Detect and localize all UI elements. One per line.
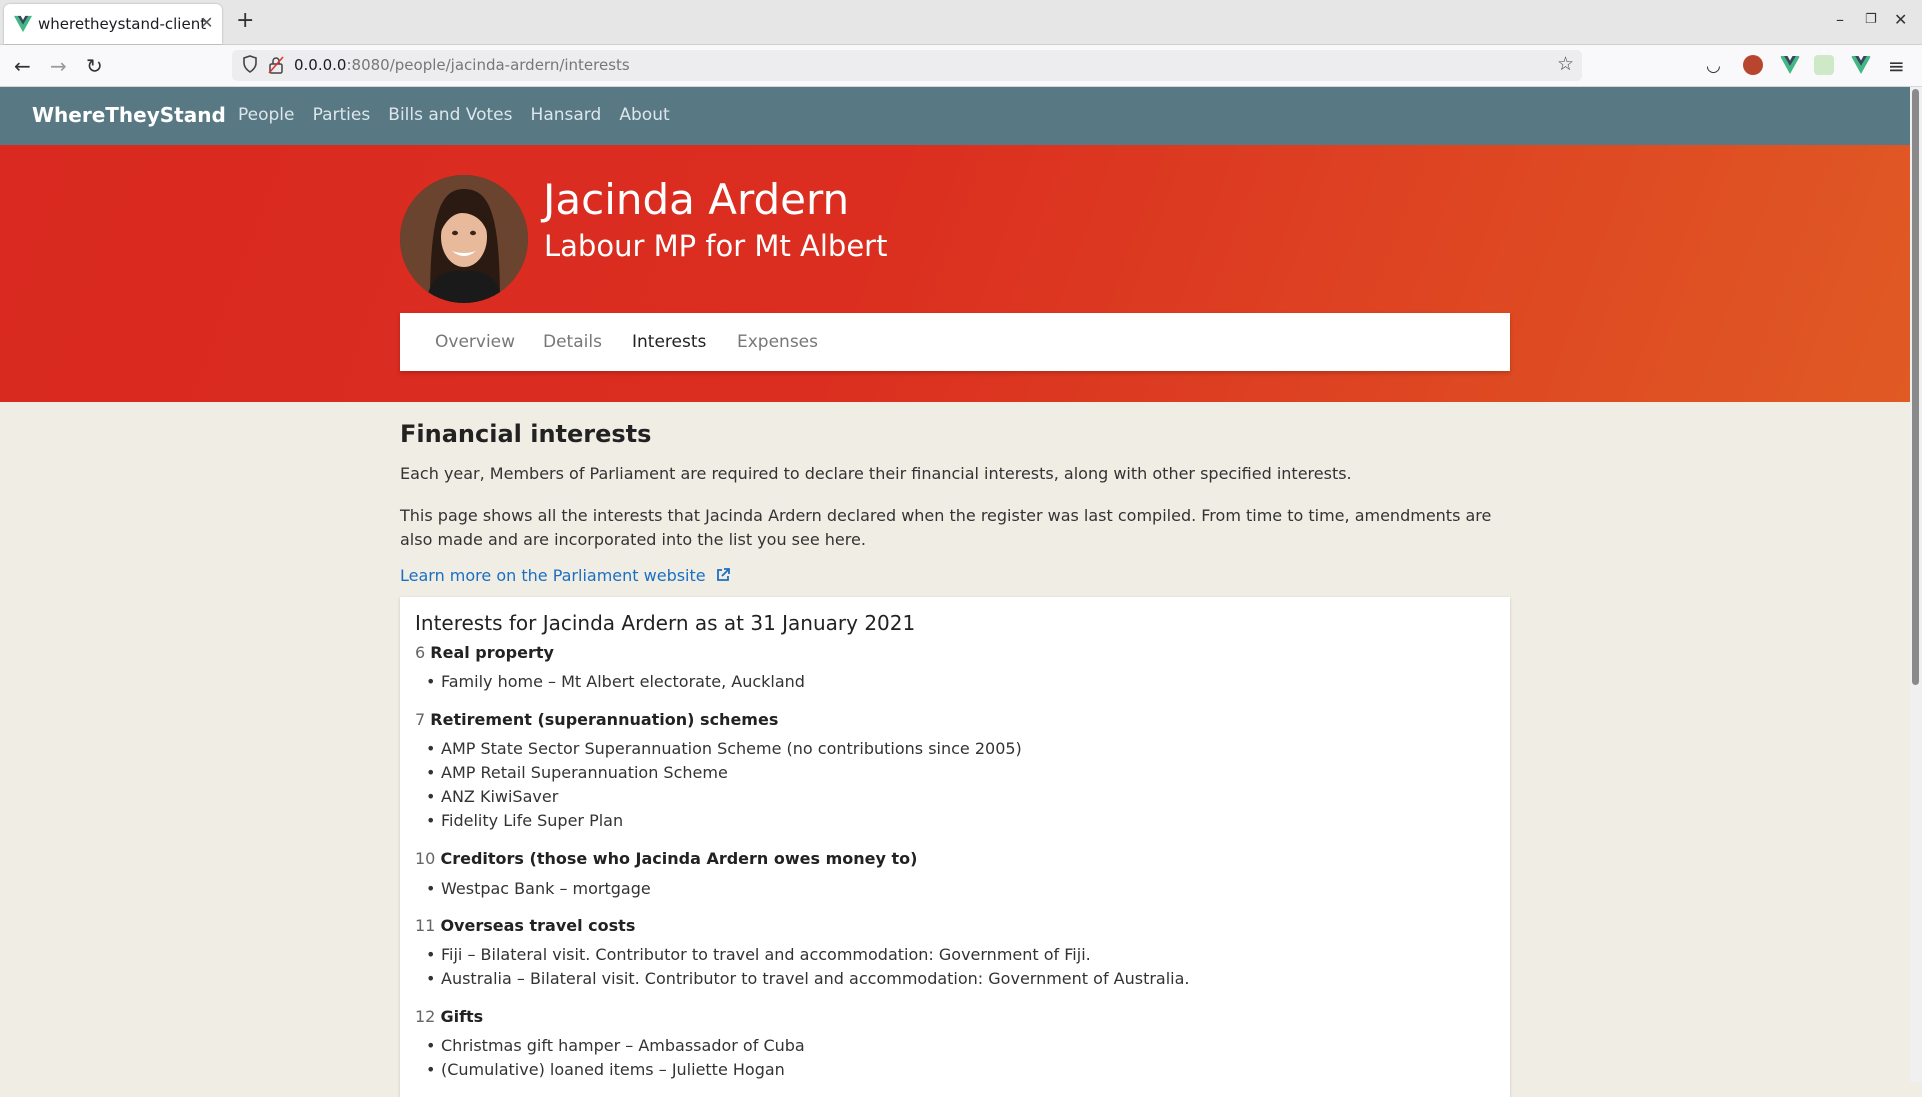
tab-details[interactable]: Details — [543, 332, 602, 352]
site-header: WhereTheyStand People Parties Bills and … — [0, 87, 1910, 145]
avatar — [400, 175, 528, 303]
tab-overview[interactable]: Overview — [435, 332, 515, 352]
minimize-icon[interactable]: – — [1836, 10, 1844, 29]
browser-tab-bar: wheretheystand-client ✕ + – ❐ ✕ — [0, 0, 1922, 45]
pocket-icon[interactable]: ◡ — [1706, 56, 1721, 76]
section-heading: 7 Retirement (superannuation) schemes — [415, 710, 779, 729]
nav-hansard[interactable]: Hansard — [531, 105, 602, 125]
extension-icon[interactable] — [1814, 55, 1834, 75]
person-role: Labour MP for Mt Albert — [544, 229, 888, 263]
vue-favicon-icon — [14, 15, 32, 33]
tab-expenses[interactable]: Expenses — [737, 332, 818, 352]
nav-about[interactable]: About — [619, 105, 669, 125]
vue-devtools-icon[interactable] — [1851, 55, 1871, 75]
tab-interests[interactable]: Interests — [632, 332, 706, 352]
list-item: Family home – Mt Albert electorate, Auck… — [426, 672, 805, 691]
insecure-lock-icon[interactable] — [268, 56, 284, 74]
extension-icon[interactable] — [1743, 55, 1763, 75]
parliament-link[interactable]: Learn more on the Parliament website — [400, 566, 731, 585]
url-text: 0.0.0.0:8080/people/jacinda-ardern/inter… — [294, 56, 630, 74]
nav-bills-and-votes[interactable]: Bills and Votes — [388, 105, 512, 125]
site-logo[interactable]: WhereTheyStand — [32, 103, 226, 127]
close-tab-icon[interactable]: ✕ — [200, 13, 213, 32]
nav-parties[interactable]: Parties — [313, 105, 371, 125]
person-tabs: Overview Details Interests Expenses — [400, 313, 1510, 371]
new-tab-button[interactable]: + — [236, 8, 254, 33]
list-item: Fiji – Bilateral visit. Contributor to t… — [426, 945, 1091, 964]
list-item: (Cumulative) loaned items – Juliette Hog… — [426, 1060, 785, 1079]
back-icon[interactable]: ← — [14, 54, 31, 78]
list-item: AMP Retail Superannuation Scheme — [426, 763, 728, 782]
page-title: Financial interests — [400, 420, 652, 448]
vue-devtools-icon[interactable] — [1780, 55, 1800, 75]
external-link-icon — [716, 568, 730, 581]
section-heading: 6 Real property — [415, 643, 554, 662]
page-scrollbar[interactable] — [1910, 87, 1922, 1082]
list-item: Westpac Bank – mortgage — [426, 879, 651, 898]
nav-people[interactable]: People — [238, 105, 294, 125]
forward-icon[interactable]: → — [50, 54, 67, 78]
register-paragraph: This page shows all the interests that J… — [400, 506, 1492, 549]
list-item: Fidelity Life Super Plan — [426, 811, 623, 830]
list-item: Christmas gift hamper – Ambassador of Cu… — [426, 1036, 805, 1055]
list-item: AMP State Sector Superannuation Scheme (… — [426, 739, 1022, 758]
bookmark-star-icon[interactable]: ☆ — [1557, 53, 1574, 75]
list-item: Australia – Bilateral visit. Contributor… — [426, 969, 1190, 988]
section-heading: 11 Overseas travel costs — [415, 916, 636, 935]
restore-icon[interactable]: ❐ — [1865, 12, 1877, 27]
main-nav: People Parties Bills and Votes Hansard A… — [238, 105, 683, 125]
browser-toolbar: ← → ↻ 0.0.0.0:8080/people/jacinda-ardern… — [0, 45, 1922, 87]
scrollbar-thumb[interactable] — [1912, 89, 1919, 685]
intro-paragraph: Each year, Members of Parliament are req… — [400, 464, 1352, 483]
interests-title: Interests for Jacinda Ardern as at 31 Ja… — [415, 611, 916, 635]
tab-title: wheretheystand-client — [38, 15, 207, 33]
person-hero: Jacinda Ardern Labour MP for Mt Albert O… — [0, 145, 1910, 402]
list-item: ANZ KiwiSaver — [426, 787, 558, 806]
person-name: Jacinda Ardern — [543, 175, 850, 224]
address-bar[interactable]: 0.0.0.0:8080/people/jacinda-ardern/inter… — [232, 50, 1582, 81]
reload-icon[interactable]: ↻ — [86, 54, 103, 78]
interests-card: Interests for Jacinda Ardern as at 31 Ja… — [400, 597, 1510, 1097]
window-close-icon[interactable]: ✕ — [1894, 10, 1907, 29]
section-heading: 12 Gifts — [415, 1007, 484, 1026]
shield-icon[interactable] — [242, 55, 258, 73]
menu-icon[interactable]: ≡ — [1888, 54, 1905, 78]
browser-tab[interactable]: wheretheystand-client ✕ — [4, 4, 222, 44]
section-heading: 10 Creditors (those who Jacinda Ardern o… — [415, 849, 918, 868]
